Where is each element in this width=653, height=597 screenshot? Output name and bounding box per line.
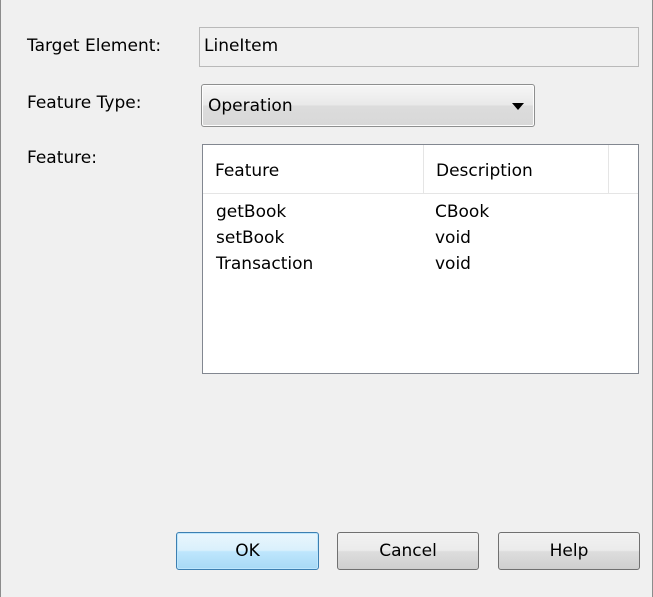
list-item[interactable]: setBook void bbox=[203, 225, 638, 251]
cancel-button[interactable]: Cancel bbox=[337, 532, 479, 570]
help-button[interactable]: Help bbox=[498, 532, 640, 570]
list-item[interactable]: getBook CBook bbox=[203, 199, 638, 225]
list-item[interactable]: Transaction void bbox=[203, 251, 638, 277]
feature-type-dropdown[interactable]: Operation bbox=[201, 84, 535, 127]
chevron-down-icon[interactable] bbox=[512, 103, 524, 110]
description-cell: void bbox=[435, 228, 471, 248]
feature-list[interactable]: Feature Description getBook CBook setBoo… bbox=[202, 144, 639, 374]
feature-cell: setBook bbox=[216, 228, 285, 248]
column-header-feature[interactable]: Feature bbox=[203, 145, 424, 193]
column-header-filler bbox=[609, 145, 638, 193]
feature-label: Feature: bbox=[27, 148, 97, 168]
feature-type-selected-value: Operation bbox=[208, 96, 293, 116]
target-element-value: LineItem bbox=[204, 36, 279, 56]
target-element-label: Target Element: bbox=[27, 36, 162, 56]
feature-cell: getBook bbox=[216, 202, 287, 222]
column-header-description[interactable]: Description bbox=[424, 145, 609, 193]
description-cell: CBook bbox=[435, 202, 490, 222]
target-element-field: LineItem bbox=[199, 27, 639, 67]
feature-type-label: Feature Type: bbox=[27, 93, 142, 113]
feature-list-header: Feature Description bbox=[203, 145, 638, 194]
ok-button[interactable]: OK bbox=[176, 532, 319, 570]
description-cell: void bbox=[435, 254, 471, 274]
feature-cell: Transaction bbox=[216, 254, 314, 274]
dialog: Target Element: LineItem Feature Type: O… bbox=[0, 0, 653, 597]
